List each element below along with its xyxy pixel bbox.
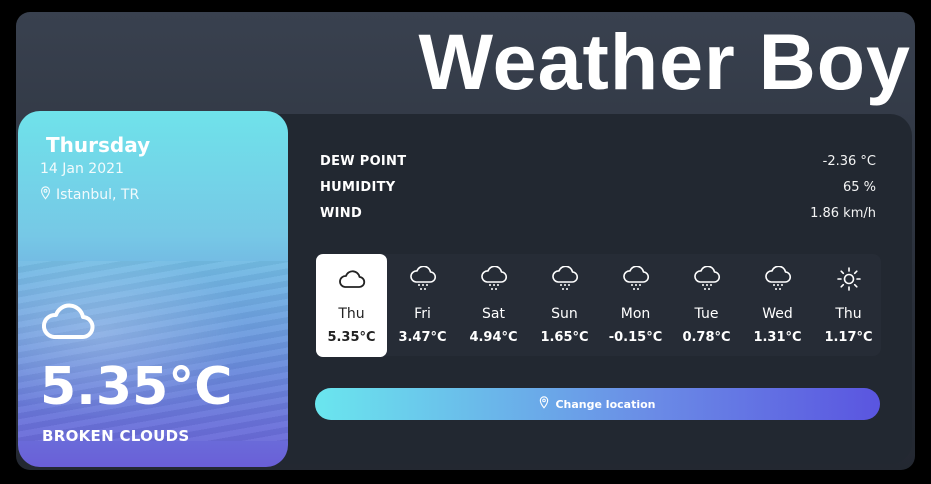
stat-label: WIND	[320, 205, 363, 221]
change-location-label: Change location	[555, 397, 656, 411]
cloud-icon	[40, 299, 96, 347]
forecast-day-name: Fri	[414, 306, 431, 322]
change-location-button[interactable]: Change location	[315, 388, 880, 420]
stat-label: HUMIDITY	[320, 179, 396, 195]
stat-row-humidity: HUMIDITY 65 %	[320, 174, 876, 200]
stat-value: 65 %	[842, 179, 876, 195]
weather-description: BROKEN CLOUDS	[42, 427, 190, 445]
forecast-day-sat[interactable]: Sat 4.94°C	[458, 254, 529, 357]
snow-cloud-icon	[622, 266, 650, 292]
forecast-day-name: Mon	[620, 306, 651, 322]
forecast-day-fri[interactable]: Fri 3.47°C	[387, 254, 458, 357]
stat-value: 1.86 km/h	[810, 205, 876, 221]
app-window: Weather Boy Thursday 14 Jan 2021 Istanbu…	[16, 12, 915, 470]
forecast-day-temp: 0.78°C	[682, 330, 731, 345]
forecast-day-mon[interactable]: Mon -0.15°C	[600, 254, 671, 357]
location-pin-icon	[40, 186, 51, 204]
stat-row-wind: WIND 1.86 km/h	[320, 200, 876, 226]
current-location: Istanbul, TR	[40, 186, 139, 204]
weather-stats: DEW POINT -2.36 °C HUMIDITY 65 % WIND 1.…	[320, 148, 876, 226]
forecast-day-temp: 5.35°C	[327, 330, 376, 345]
forecast-day-temp: 4.94°C	[469, 330, 518, 345]
forecast-day-temp: 1.65°C	[540, 330, 589, 345]
stat-label: DEW POINT	[320, 153, 407, 169]
forecast-day-temp: -0.15°C	[608, 330, 663, 345]
cloud-icon	[338, 266, 366, 292]
forecast-day-name: Thu	[338, 306, 365, 322]
current-weather-card: Thursday 14 Jan 2021 Istanbul, TR 5.35°C…	[18, 111, 288, 467]
snow-cloud-icon	[480, 266, 508, 292]
stat-row-dew-point: DEW POINT -2.36 °C	[320, 148, 876, 174]
forecast-day-name: Sun	[551, 306, 578, 322]
stat-value: -2.36 °C	[822, 153, 876, 169]
forecast-day-thu-next[interactable]: Thu 1.17°C	[813, 254, 884, 357]
forecast-day-wed[interactable]: Wed 1.31°C	[742, 254, 813, 357]
snow-cloud-icon	[551, 266, 579, 292]
forecast-day-temp: 1.17°C	[824, 330, 873, 345]
app-title: Weather Boy	[418, 17, 911, 106]
snow-cloud-icon	[764, 266, 792, 292]
current-day: Thursday	[46, 133, 151, 157]
snow-cloud-icon	[409, 266, 437, 292]
forecast-day-temp: 3.47°C	[398, 330, 447, 345]
location-label: Istanbul, TR	[56, 187, 140, 203]
forecast-day-tue[interactable]: Tue 0.78°C	[671, 254, 742, 357]
forecast-day-sun[interactable]: Sun 1.65°C	[529, 254, 600, 357]
sun-icon	[836, 266, 862, 292]
forecast-day-thu[interactable]: Thu 5.35°C	[316, 254, 387, 357]
forecast-day-name: Tue	[694, 306, 719, 322]
snow-cloud-icon	[693, 266, 721, 292]
forecast-day-temp: 1.31°C	[753, 330, 802, 345]
current-temperature: 5.35°C	[40, 357, 233, 417]
forecast-day-name: Wed	[762, 306, 793, 322]
current-date: 14 Jan 2021	[40, 161, 124, 177]
weekly-forecast: Thu 5.35°C Fri 3.47°C Sat 4.94°C Sun 1.6…	[316, 254, 884, 357]
forecast-day-name: Thu	[835, 306, 862, 322]
forecast-day-name: Sat	[482, 306, 505, 322]
location-pin-icon	[539, 396, 549, 412]
